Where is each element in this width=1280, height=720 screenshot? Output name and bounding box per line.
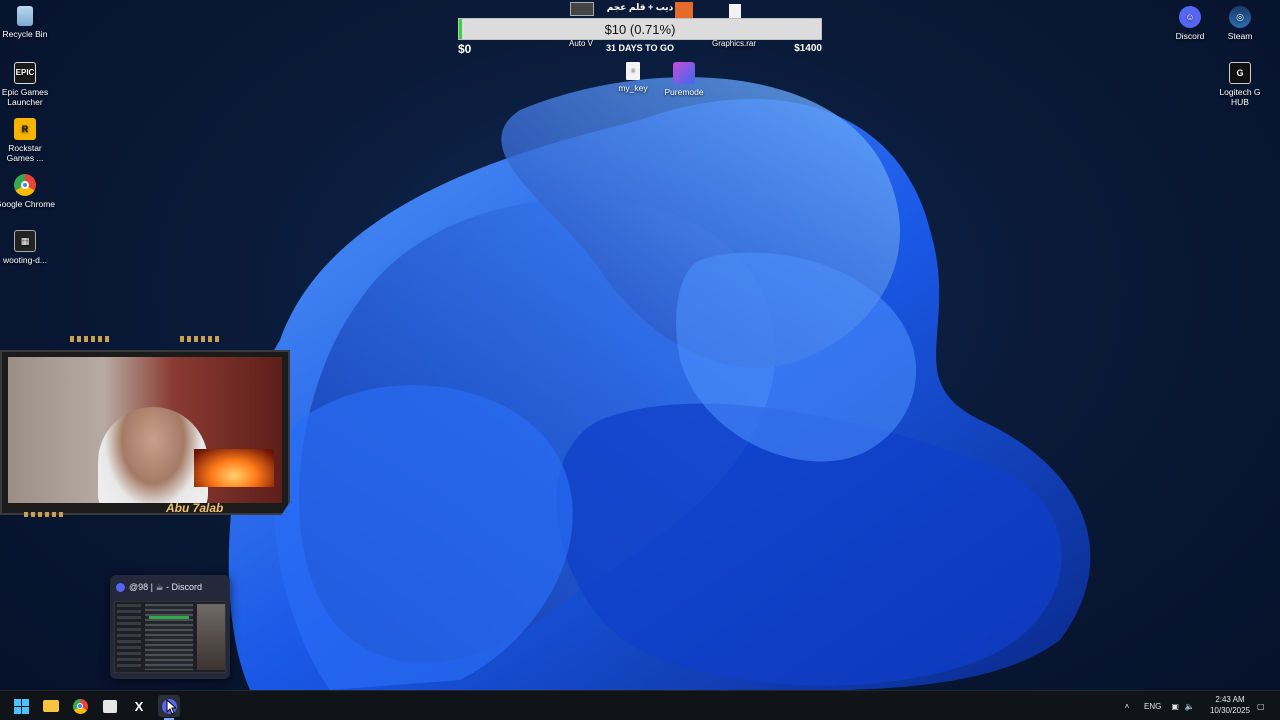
volume-icon[interactable]: 🔈 — [1185, 702, 1195, 711]
windows-icon — [13, 698, 29, 714]
goal-days: 31 DAYS TO GO — [605, 43, 675, 53]
webcam-top-decoration — [70, 336, 220, 348]
rockstar-icon: R — [14, 118, 36, 140]
streamer-figure — [98, 407, 208, 503]
mouse-cursor-icon — [166, 699, 176, 715]
arabic-overlay-text: ديب + قلم عجم — [606, 2, 674, 12]
donation-goal-widget: $10 (0.71%) $0 31 DAYS TO GO $1400 — [458, 18, 822, 58]
file-explorer-button[interactable] — [40, 695, 62, 717]
streamer-name: Abu 7alab — [166, 501, 224, 515]
gta-icon — [570, 2, 594, 16]
goal-value: $10 (0.71%) — [604, 22, 676, 37]
preview-thumbnail[interactable] — [114, 601, 226, 673]
discord-window-preview[interactable]: @98 | ☕ - Discord — [110, 575, 230, 679]
store-button[interactable] — [99, 695, 121, 717]
discord-icon — [116, 583, 125, 592]
store-icon — [103, 699, 117, 713]
epic-games-icon: EPIC — [14, 62, 36, 84]
desktop-icon-logitech[interactable]: G Logitech G HUB — [1210, 62, 1270, 107]
x-icon: X — [134, 698, 144, 714]
preview-title: @98 | ☕ - Discord — [116, 582, 202, 593]
system-tray: ˄ ENG ▣ 🔈 — [1120, 691, 1195, 720]
desktop-icon-chrome[interactable]: Google Chrome — [0, 174, 55, 209]
start-button[interactable] — [10, 695, 32, 717]
chrome-icon — [72, 698, 88, 714]
chrome-icon — [14, 174, 36, 196]
file-icon — [729, 4, 741, 18]
webcam-bottom-decoration — [24, 512, 64, 517]
desktop-icon-steam[interactable]: ◎ Steam — [1210, 6, 1270, 41]
discord-icon: ☺ — [1179, 6, 1201, 28]
goal-max: $1400 — [794, 43, 822, 54]
webcam-video — [8, 357, 282, 503]
desktop-icon-wooting[interactable]: ▦ wooting-d... — [0, 230, 55, 265]
desktop-icon-rockstar[interactable]: R Rockstar Games ... — [0, 118, 55, 163]
steam-icon: ◎ — [1229, 6, 1251, 28]
folder-icon — [43, 700, 59, 712]
notification-button[interactable]: ▢ — [1257, 691, 1265, 720]
recycle-bin-icon — [17, 6, 33, 26]
game-icon — [675, 2, 693, 18]
wooting-icon: ▦ — [14, 230, 36, 252]
desktop-icon-recycle-bin[interactable]: Recycle Bin — [0, 6, 55, 39]
desktop-icon-puremode[interactable]: Puremode — [654, 62, 714, 97]
puremode-icon — [673, 62, 695, 84]
language-indicator[interactable]: ENG — [1144, 702, 1161, 711]
chevron-up-icon[interactable]: ˄ — [1120, 702, 1134, 711]
text-file-icon: ≡ — [626, 62, 640, 80]
fireplace — [194, 449, 274, 487]
clock[interactable]: 2:43 AM 10/30/2025 — [1205, 694, 1255, 716]
goal-progress-bar: $10 (0.71%) — [458, 18, 822, 40]
chrome-taskbar-button[interactable] — [69, 695, 91, 717]
logitech-icon: G — [1229, 62, 1251, 84]
x-button[interactable]: X — [128, 695, 150, 717]
notification-icon: ▢ — [1257, 701, 1265, 711]
clock-time: 2:43 AM — [1215, 695, 1245, 704]
desktop-icon-epic-games[interactable]: EPIC Epic Games Launcher — [0, 62, 55, 107]
taskbar: X ˄ ENG ▣ 🔈 2:43 AM 10/30/2025 ▢ — [0, 690, 1280, 720]
network-icon[interactable]: ▣ — [1171, 702, 1179, 711]
clock-date: 10/30/2025 — [1209, 706, 1251, 715]
